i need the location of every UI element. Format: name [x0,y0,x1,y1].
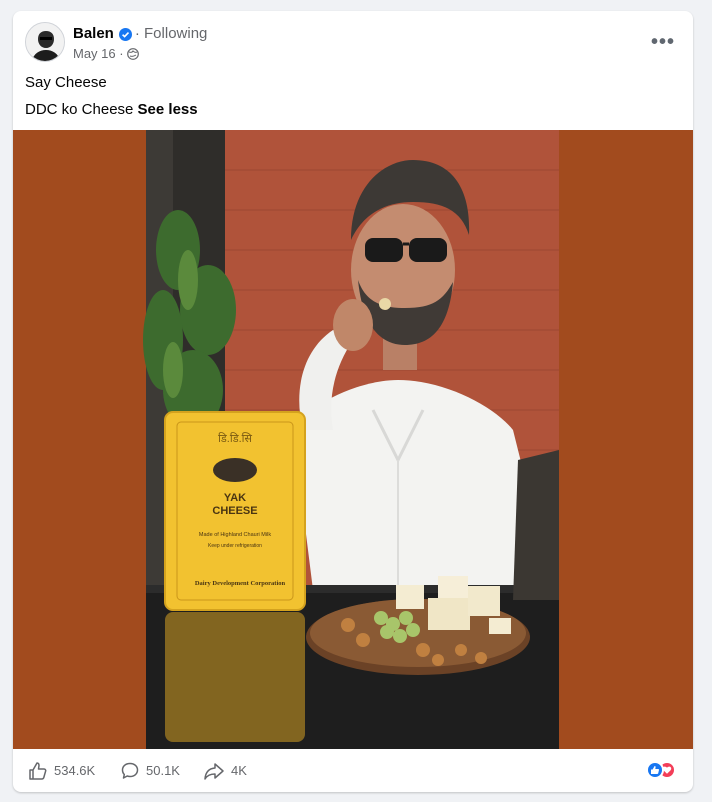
comment-icon [121,762,139,779]
following-link[interactable]: · Following [135,25,208,43]
photo-scene [143,130,559,749]
comment-count: 50.1K [146,763,180,778]
author-line: Balen · Following [73,25,207,43]
caption-line-2: DDC ko Cheese See less [25,100,198,120]
post-photo[interactable]: डि.डि.सि YAK CHEESE Made of Highland Cha… [13,130,693,749]
post-header: Balen · Following May 16 · ••• [13,11,693,71]
author-name[interactable]: Balen [73,25,114,43]
like-reaction-icon [646,761,664,779]
box-name-2: CHEESE [212,505,257,517]
post-meta: May 16 · [73,46,139,61]
share-icon [204,762,224,780]
reactions-summary[interactable] [646,761,678,779]
more-horizontal-icon: ••• [650,30,675,53]
share-button[interactable]: 4K [203,749,247,792]
share-count: 4K [231,763,247,778]
more-options-button[interactable]: ••• [645,28,681,56]
see-less-link[interactable]: See less [138,101,198,118]
post-footer: 534.6K 50.1K 4K [13,749,693,792]
thumbs-up-icon [29,761,47,780]
caption-line-1: Say Cheese [25,74,107,91]
box-note: Keep under refrigeration [208,543,262,549]
box-name-1: YAK [224,492,246,504]
verified-badge-icon [118,27,132,41]
box-maker: Dairy Development Corporation [195,580,286,587]
post-card: Balen · Following May 16 · ••• Say Chees… [13,11,693,792]
comment-button[interactable]: 50.1K [120,749,180,792]
box-subtitle: Made of Highland Chauri Milk [199,532,271,538]
box-brand: डि.डि.सि [218,432,252,445]
caption-text: DDC ko Cheese [25,101,138,118]
post-date[interactable]: May 16 · [73,46,124,61]
author-avatar[interactable] [25,22,65,62]
like-button[interactable]: 534.6K [28,749,95,792]
like-count: 534.6K [54,763,96,778]
globe-icon [126,47,139,60]
